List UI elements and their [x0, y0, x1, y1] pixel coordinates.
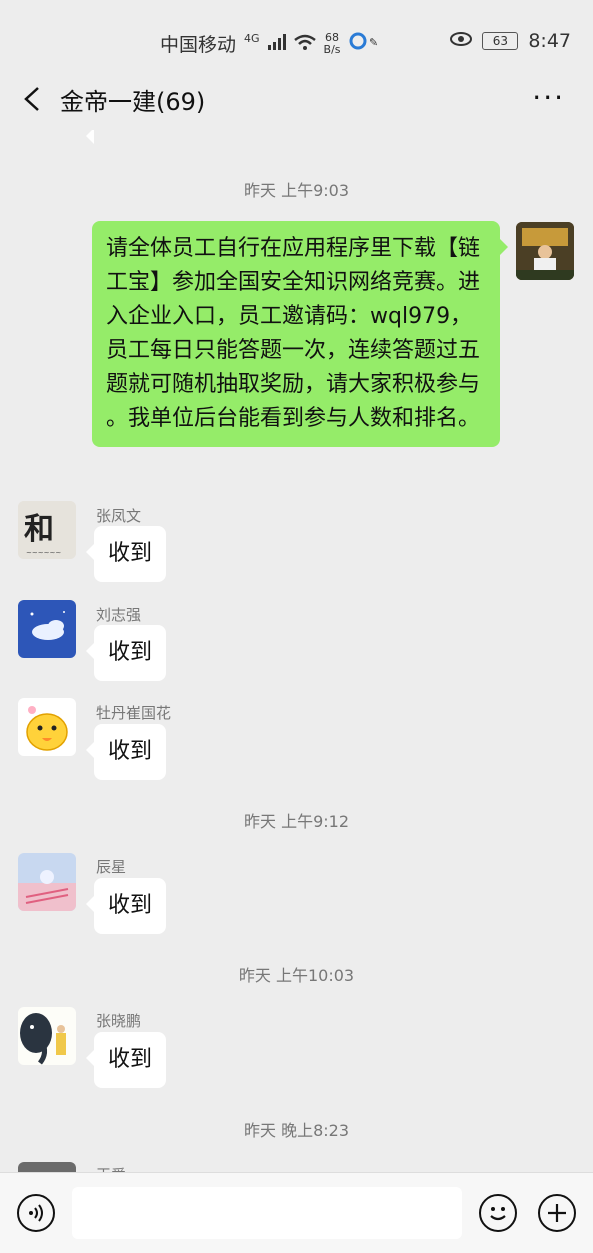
message-input[interactable] — [72, 1187, 462, 1239]
plus-icon — [548, 1204, 566, 1222]
announcement-bubble[interactable]: 请全体员工自行在应用程序里下载【链工宝】参加全国安全知识网络竞赛。进入企业入口，… — [92, 221, 508, 447]
status-left: 中国移动 4G 68 B/s ✎ — [160, 30, 395, 57]
status-right: 63 8:47 — [450, 30, 571, 52]
own-avatar[interactable] — [516, 222, 574, 280]
net-speed: 68 B/s — [323, 30, 341, 56]
message-bubble[interactable]: 收到 — [85, 724, 167, 780]
signal-icon — [267, 33, 286, 55]
svg-text:和: 和 — [24, 512, 54, 547]
wifi-icon — [293, 33, 316, 55]
chat-title: 金帝一建(69) — [60, 88, 206, 116]
chat-header: 金帝一建(69) ··· — [0, 70, 593, 130]
avatar[interactable] — [18, 853, 76, 911]
message-bubble[interactable]: 收到 — [85, 1032, 167, 1088]
avatar[interactable] — [18, 600, 76, 658]
network-label: 4G — [244, 32, 260, 45]
battery-icon: 63 — [482, 32, 519, 50]
speed-unit: B/s — [323, 42, 341, 56]
svg-text:✎: ✎ — [369, 36, 378, 49]
eye-icon — [450, 30, 473, 52]
back-button[interactable] — [16, 82, 50, 116]
svg-text:~~~~~~: ~~~~~~ — [26, 549, 61, 557]
carrier-label: 中国移动 — [160, 34, 237, 56]
timestamp: 昨天 晚上8:23 — [243, 1121, 350, 1140]
speed-value: 68 — [325, 30, 340, 44]
sender-name: 王爱 — [96, 1164, 126, 1172]
more-icon: ··· — [532, 81, 565, 114]
avatar[interactable] — [18, 1162, 76, 1172]
emoji-icon — [490, 1207, 506, 1221]
app-notification-icon: ✎ — [349, 32, 395, 55]
message-bubble[interactable]: 收到 — [85, 526, 167, 582]
chevron-left-icon — [24, 87, 39, 111]
timestamp: 昨天 上午9:12 — [243, 812, 350, 831]
avatar[interactable] — [18, 1007, 76, 1065]
message-list[interactable]: 昨天 上午9:03 请全体员工自行在应用程序里下载【链工宝】参加全国安全知识网络… — [0, 130, 593, 1172]
sender-name: 牡丹崔国花 — [96, 704, 172, 722]
status-bar: 中国移动 4G 68 B/s ✎ 63 8:47 — [0, 0, 593, 80]
avatar[interactable]: 和 ~~~~~~ — [18, 501, 76, 559]
voice-button[interactable] — [17, 1194, 55, 1232]
plus-button[interactable] — [538, 1194, 576, 1232]
message-bubble[interactable]: 收到 — [85, 625, 167, 681]
more-button[interactable]: ··· — [532, 84, 565, 112]
battery-level: 63 — [492, 34, 508, 48]
voice-icon — [29, 1204, 43, 1222]
emoji-button[interactable] — [479, 1194, 517, 1232]
message-bubble[interactable]: 收到 — [85, 878, 167, 934]
sender-name: 刘志强 — [96, 606, 142, 624]
sender-name: 辰星 — [96, 858, 127, 876]
avatar[interactable] — [18, 698, 76, 756]
timestamp: 昨天 上午10:03 — [238, 966, 355, 985]
sender-name: 张凤文 — [96, 507, 142, 525]
timestamp: 昨天 上午9:03 — [243, 181, 350, 200]
sender-name: 张晓鹏 — [96, 1012, 142, 1030]
input-bar — [0, 1172, 593, 1253]
clock: 8:47 — [528, 30, 571, 52]
